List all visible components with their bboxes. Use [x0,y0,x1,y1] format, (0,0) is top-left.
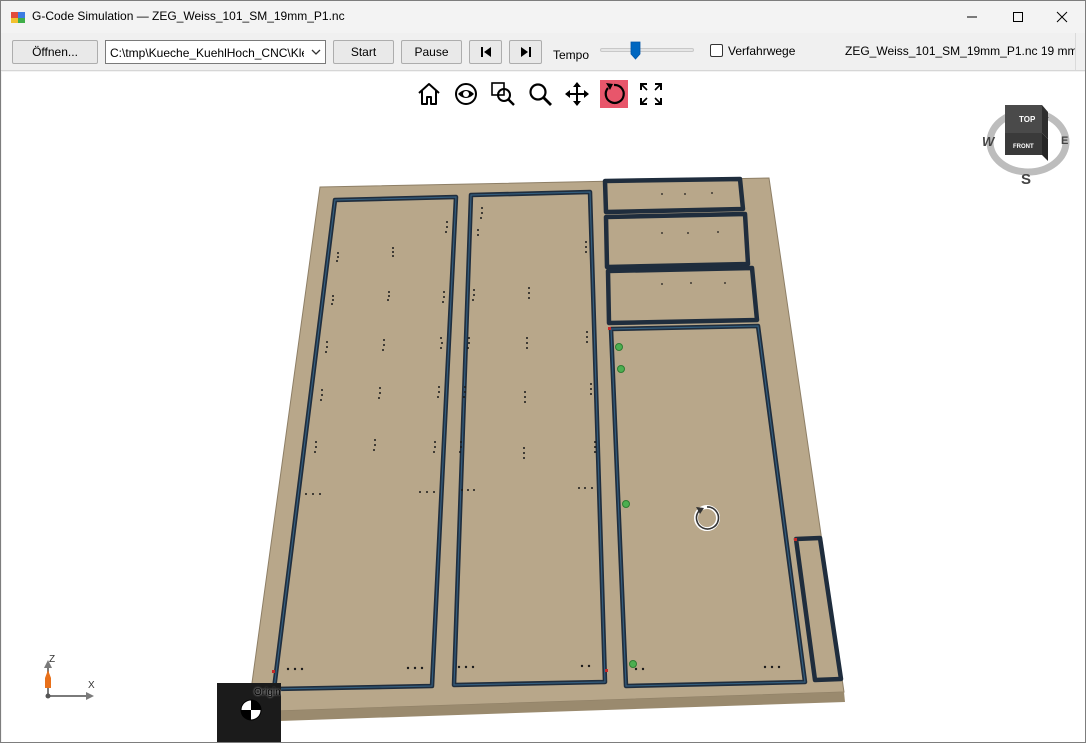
skip-forward-icon [520,47,531,57]
tempo-slider-thumb[interactable] [630,41,641,60]
maximize-button[interactable] [995,1,1041,33]
origin-marker-icon [240,699,262,721]
open-button[interactable]: Öffnen... [12,40,98,64]
rotate-button[interactable] [600,80,628,108]
tempo-slider[interactable] [600,48,694,52]
travel-paths-checkbox[interactable] [710,44,723,57]
minimize-button[interactable] [949,1,995,33]
view-cube-front-label[interactable]: FRONT [1013,144,1034,150]
window-title: G-Code Simulation — ZEG_Weiss_101_SM_19m… [32,9,345,23]
simulation-scene [44,105,1070,742]
title-bar: G-Code Simulation — ZEG_Weiss_101_SM_19m… [1,1,1085,33]
3d-viewport[interactable]: TOP FRONT W E S Origin Z X [2,72,1085,742]
pause-button[interactable]: Pause [401,40,462,64]
fit-view-icon [640,83,662,105]
material-sheet [247,177,845,713]
view-cube-top-label[interactable]: TOP [1019,115,1035,124]
view-cube-west-label[interactable]: W [982,134,994,149]
maximize-icon [1013,12,1023,22]
application-window: G-Code Simulation — ZEG_Weiss_101_SM_19m… [0,0,1086,743]
zoom-window-button[interactable] [489,80,517,108]
axis-z-label: Z [49,654,56,665]
minimize-icon [967,16,977,18]
home-icon [418,83,440,105]
fit-view-button[interactable] [637,80,665,108]
origin-label: Origin [254,687,281,698]
file-path-combobox[interactable]: C:\tmp\Kueche_KuehlHoch_CNC\Kle [105,40,326,64]
step-forward-button[interactable] [509,40,542,64]
pan-button[interactable] [563,80,591,108]
rotate-icon [604,83,625,105]
close-button[interactable] [1039,1,1085,33]
close-icon [1056,11,1068,23]
toolbar-scrollbar[interactable] [1075,33,1085,70]
zoom-window-icon [491,82,515,106]
tempo-label: Tempo [553,48,590,62]
chevron-down-icon [311,49,321,55]
pan-icon [565,82,589,106]
view-cube-south-label[interactable]: S [1021,171,1031,188]
toolbar: Öffnen... C:\tmp\Kueche_KuehlHoch_CNC\Kl… [1,33,1085,71]
skip-back-icon [480,47,491,57]
file-path-value: C:\tmp\Kueche_KuehlHoch_CNC\Kle [110,46,304,60]
look-at-button[interactable] [452,80,480,108]
axis-x-label: X [88,680,95,691]
axis-gizmo [44,660,94,700]
file-info-text: ZEG_Weiss_101_SM_19mm_P1.nc 19 mm [845,44,1078,58]
step-back-button[interactable] [469,40,502,64]
travel-paths-label: Verfahrwege [728,44,796,58]
view-cube-east-label[interactable]: E [1061,135,1068,147]
zoom-icon [529,83,552,106]
start-button[interactable]: Start [333,40,394,64]
eye-icon [455,83,477,105]
home-view-button[interactable] [415,80,443,108]
app-icon [11,12,25,23]
zoom-button[interactable] [526,80,554,108]
